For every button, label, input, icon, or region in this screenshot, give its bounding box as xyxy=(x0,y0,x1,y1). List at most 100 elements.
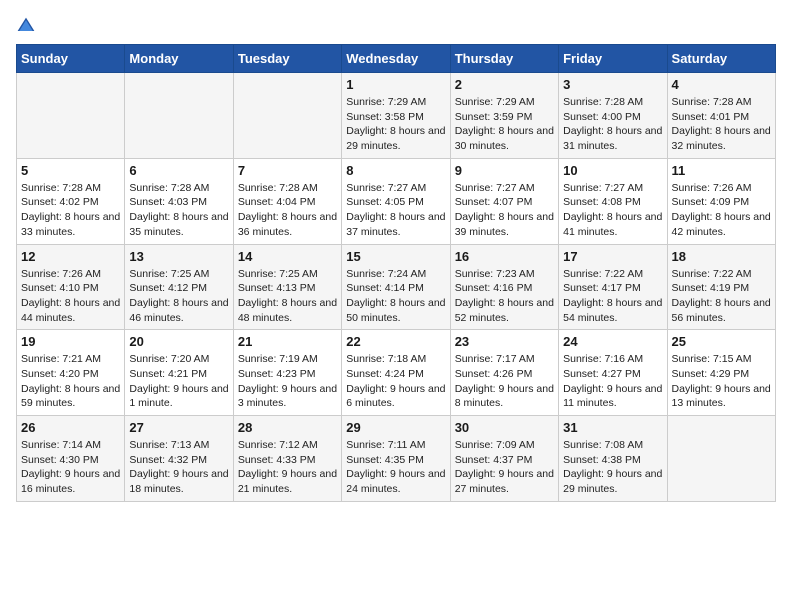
calendar-cell xyxy=(667,416,775,502)
day-info: Sunrise: 7:22 AMSunset: 4:19 PMDaylight:… xyxy=(672,267,771,326)
day-info: Sunrise: 7:08 AMSunset: 4:38 PMDaylight:… xyxy=(563,438,662,497)
day-info: Sunrise: 7:28 AMSunset: 4:01 PMDaylight:… xyxy=(672,95,771,154)
calendar-cell: 16 Sunrise: 7:23 AMSunset: 4:16 PMDayligh… xyxy=(450,244,558,330)
calendar-cell: 4 Sunrise: 7:28 AMSunset: 4:01 PMDaylight… xyxy=(667,73,775,159)
day-number: 10 xyxy=(563,163,662,178)
calendar-cell: 19 Sunrise: 7:21 AMSunset: 4:20 PMDayligh… xyxy=(17,330,125,416)
calendar-cell: 26 Sunrise: 7:14 AMSunset: 4:30 PMDayligh… xyxy=(17,416,125,502)
day-number: 13 xyxy=(129,249,228,264)
day-info: Sunrise: 7:12 AMSunset: 4:33 PMDaylight:… xyxy=(238,438,337,497)
day-number: 11 xyxy=(672,163,771,178)
calendar-week-row: 5 Sunrise: 7:28 AMSunset: 4:02 PMDaylight… xyxy=(17,158,776,244)
calendar-cell: 3Sunrise: 7:28 AMSunset: 4:00 PMDaylight… xyxy=(559,73,667,159)
header-friday: Friday xyxy=(559,45,667,73)
calendar-header-row: SundayMondayTuesdayWednesdayThursdayFrid… xyxy=(17,45,776,73)
calendar-cell: 20Sunrise: 7:20 AMSunset: 4:21 PMDayligh… xyxy=(125,330,233,416)
logo xyxy=(16,16,40,36)
calendar-cell: 1 Sunrise: 7:29 AMSunset: 3:58 PMDaylight… xyxy=(342,73,450,159)
calendar-cell: 11 Sunrise: 7:26 AMSunset: 4:09 PMDayligh… xyxy=(667,158,775,244)
calendar-cell: 28 Sunrise: 7:12 AMSunset: 4:33 PMDayligh… xyxy=(233,416,341,502)
day-info: Sunrise: 7:11 AMSunset: 4:35 PMDaylight:… xyxy=(346,438,445,497)
day-number: 8 xyxy=(346,163,445,178)
day-info: Sunrise: 7:27 AMSunset: 4:07 PMDaylight:… xyxy=(455,181,554,240)
calendar-cell: 13Sunrise: 7:25 AMSunset: 4:12 PMDayligh… xyxy=(125,244,233,330)
day-info: Sunrise: 7:18 AMSunset: 4:24 PMDaylight:… xyxy=(346,352,445,411)
calendar-week-row: 12 Sunrise: 7:26 AMSunset: 4:10 PMDayligh… xyxy=(17,244,776,330)
day-info: Sunrise: 7:28 AMSunset: 4:03 PMDaylight:… xyxy=(129,181,228,240)
calendar-table: SundayMondayTuesdayWednesdayThursdayFrid… xyxy=(16,44,776,502)
calendar-cell xyxy=(125,73,233,159)
day-info: Sunrise: 7:22 AMSunset: 4:17 PMDaylight:… xyxy=(563,267,662,326)
day-number: 9 xyxy=(455,163,554,178)
day-number: 3 xyxy=(563,77,662,92)
calendar-cell: 10 Sunrise: 7:27 AMSunset: 4:08 PMDayligh… xyxy=(559,158,667,244)
day-number: 24 xyxy=(563,334,662,349)
calendar-cell: 17 Sunrise: 7:22 AMSunset: 4:17 PMDayligh… xyxy=(559,244,667,330)
header-monday: Monday xyxy=(125,45,233,73)
header-thursday: Thursday xyxy=(450,45,558,73)
day-number: 17 xyxy=(563,249,662,264)
day-number: 19 xyxy=(21,334,120,349)
calendar-cell: 25Sunrise: 7:15 AMSunset: 4:29 PMDayligh… xyxy=(667,330,775,416)
calendar-cell xyxy=(17,73,125,159)
day-number: 23 xyxy=(455,334,554,349)
day-info: Sunrise: 7:28 AMSunset: 4:04 PMDaylight:… xyxy=(238,181,337,240)
day-number: 30 xyxy=(455,420,554,435)
header-tuesday: Tuesday xyxy=(233,45,341,73)
calendar-week-row: 1 Sunrise: 7:29 AMSunset: 3:58 PMDaylight… xyxy=(17,73,776,159)
day-number: 21 xyxy=(238,334,337,349)
calendar-cell: 24 Sunrise: 7:16 AMSunset: 4:27 PMDayligh… xyxy=(559,330,667,416)
calendar-cell: 31 Sunrise: 7:08 AMSunset: 4:38 PMDayligh… xyxy=(559,416,667,502)
day-number: 31 xyxy=(563,420,662,435)
day-info: Sunrise: 7:29 AMSunset: 3:58 PMDaylight:… xyxy=(346,95,445,154)
day-info: Sunrise: 7:26 AMSunset: 4:10 PMDaylight:… xyxy=(21,267,120,326)
day-number: 4 xyxy=(672,77,771,92)
calendar-week-row: 26 Sunrise: 7:14 AMSunset: 4:30 PMDayligh… xyxy=(17,416,776,502)
header-saturday: Saturday xyxy=(667,45,775,73)
calendar-cell: 22 Sunrise: 7:18 AMSunset: 4:24 PMDayligh… xyxy=(342,330,450,416)
day-number: 14 xyxy=(238,249,337,264)
day-number: 15 xyxy=(346,249,445,264)
header-sunday: Sunday xyxy=(17,45,125,73)
header-wednesday: Wednesday xyxy=(342,45,450,73)
calendar-cell: 29 Sunrise: 7:11 AMSunset: 4:35 PMDayligh… xyxy=(342,416,450,502)
calendar-cell: 14 Sunrise: 7:25 AMSunset: 4:13 PMDayligh… xyxy=(233,244,341,330)
calendar-cell: 6 Sunrise: 7:28 AMSunset: 4:03 PMDaylight… xyxy=(125,158,233,244)
day-info: Sunrise: 7:16 AMSunset: 4:27 PMDaylight:… xyxy=(563,352,662,411)
calendar-cell: 7 Sunrise: 7:28 AMSunset: 4:04 PMDaylight… xyxy=(233,158,341,244)
day-number: 7 xyxy=(238,163,337,178)
day-info: Sunrise: 7:26 AMSunset: 4:09 PMDaylight:… xyxy=(672,181,771,240)
calendar-cell: 12 Sunrise: 7:26 AMSunset: 4:10 PMDayligh… xyxy=(17,244,125,330)
calendar-cell: 30 Sunrise: 7:09 AMSunset: 4:37 PMDayligh… xyxy=(450,416,558,502)
day-info: Sunrise: 7:09 AMSunset: 4:37 PMDaylight:… xyxy=(455,438,554,497)
day-info: Sunrise: 7:27 AMSunset: 4:05 PMDaylight:… xyxy=(346,181,445,240)
day-number: 26 xyxy=(21,420,120,435)
header xyxy=(16,16,776,36)
day-info: Sunrise: 7:25 AMSunset: 4:13 PMDaylight:… xyxy=(238,267,337,326)
day-number: 2 xyxy=(455,77,554,92)
day-info: Sunrise: 7:15 AMSunset: 4:29 PMDaylight:… xyxy=(672,352,771,411)
day-number: 28 xyxy=(238,420,337,435)
day-info: Sunrise: 7:21 AMSunset: 4:20 PMDaylight:… xyxy=(21,352,120,411)
day-info: Sunrise: 7:14 AMSunset: 4:30 PMDaylight:… xyxy=(21,438,120,497)
day-number: 29 xyxy=(346,420,445,435)
calendar-cell xyxy=(233,73,341,159)
day-number: 18 xyxy=(672,249,771,264)
day-info: Sunrise: 7:23 AMSunset: 4:16 PMDaylight:… xyxy=(455,267,554,326)
calendar-cell: 23Sunrise: 7:17 AMSunset: 4:26 PMDayligh… xyxy=(450,330,558,416)
day-number: 12 xyxy=(21,249,120,264)
day-number: 6 xyxy=(129,163,228,178)
day-number: 1 xyxy=(346,77,445,92)
day-info: Sunrise: 7:27 AMSunset: 4:08 PMDaylight:… xyxy=(563,181,662,240)
day-info: Sunrise: 7:28 AMSunset: 4:02 PMDaylight:… xyxy=(21,181,120,240)
calendar-cell: 18 Sunrise: 7:22 AMSunset: 4:19 PMDayligh… xyxy=(667,244,775,330)
day-number: 22 xyxy=(346,334,445,349)
day-info: Sunrise: 7:20 AMSunset: 4:21 PMDaylight:… xyxy=(129,352,228,411)
calendar-cell: 2Sunrise: 7:29 AMSunset: 3:59 PMDaylight… xyxy=(450,73,558,159)
day-number: 5 xyxy=(21,163,120,178)
calendar-cell: 15Sunrise: 7:24 AMSunset: 4:14 PMDayligh… xyxy=(342,244,450,330)
calendar-week-row: 19 Sunrise: 7:21 AMSunset: 4:20 PMDayligh… xyxy=(17,330,776,416)
day-number: 16 xyxy=(455,249,554,264)
calendar-cell: 9 Sunrise: 7:27 AMSunset: 4:07 PMDaylight… xyxy=(450,158,558,244)
calendar-cell: 27Sunrise: 7:13 AMSunset: 4:32 PMDayligh… xyxy=(125,416,233,502)
